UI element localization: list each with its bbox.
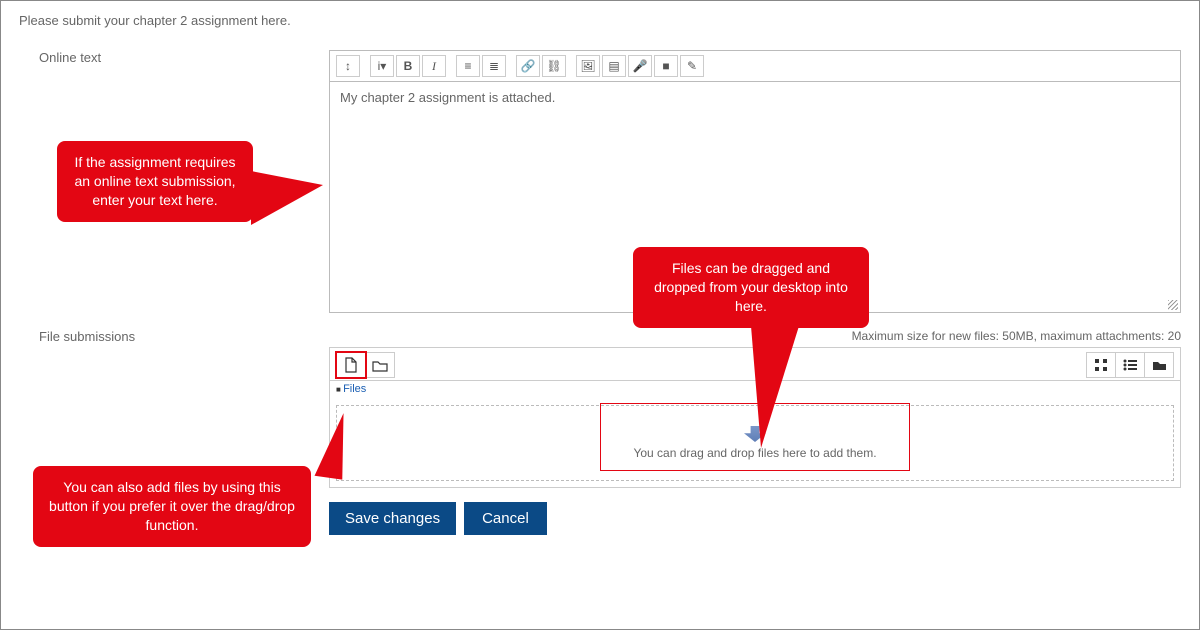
editor-content: My chapter 2 assignment is attached.: [340, 90, 555, 105]
list-icon: [1123, 359, 1137, 371]
dropzone-text: You can drag and drop files here to add …: [633, 446, 876, 460]
toolbar-image-button[interactable]: 🖼: [576, 55, 600, 77]
callout-pointer-icon: [751, 326, 799, 448]
toolbar-manage-files-button[interactable]: ✎: [680, 55, 704, 77]
toolbar-number-list-button[interactable]: ≣: [482, 55, 506, 77]
callout-online-text-label: If the assignment requires an online tex…: [74, 154, 235, 208]
folder-icon: [372, 359, 388, 372]
toolbar-bold-button[interactable]: B: [396, 55, 420, 77]
toolbar-italic-button[interactable]: I: [422, 55, 446, 77]
view-tree-button[interactable]: [1144, 352, 1174, 378]
grid-icon: [1094, 358, 1108, 372]
toolbar-expand-button[interactable]: ↕: [336, 55, 360, 77]
folder-solid-icon: [1152, 359, 1166, 371]
callout-drag-drop: Files can be dragged and dropped from yo…: [633, 247, 869, 328]
create-folder-button[interactable]: [365, 352, 395, 378]
resize-handle-icon[interactable]: [1168, 300, 1178, 310]
save-changes-button[interactable]: Save changes: [329, 502, 456, 535]
view-details-button[interactable]: [1115, 352, 1145, 378]
callout-online-text: If the assignment requires an online tex…: [57, 141, 253, 222]
toolbar-unlink-button[interactable]: ⛓: [542, 55, 566, 77]
toolbar-paragraph-button[interactable]: i▾: [370, 55, 394, 77]
add-file-button[interactable]: [336, 352, 366, 378]
toolbar-bullet-list-button[interactable]: ≡: [456, 55, 480, 77]
page-frame: Please submit your chapter 2 assignment …: [0, 0, 1200, 630]
toolbar-media-button[interactable]: ▤: [602, 55, 626, 77]
callout-add-file-label: You can also add files by using this but…: [49, 479, 295, 533]
view-icons-button[interactable]: [1086, 352, 1116, 378]
callout-add-file: You can also add files by using this but…: [33, 466, 311, 547]
cancel-button[interactable]: Cancel: [464, 502, 547, 535]
callout-pointer-icon: [251, 171, 323, 225]
toolbar-record-video-button[interactable]: ■: [654, 55, 678, 77]
callout-drag-drop-label: Files can be dragged and dropped from yo…: [654, 260, 848, 314]
toolbar-link-button[interactable]: 🔗: [516, 55, 540, 77]
action-buttons: Save changes Cancel: [329, 502, 1181, 535]
editor-toolbar: ↕ i▾ B I ≡ ≣ 🔗 ⛓ 🖼 ▤ 🎤 ■ ✎: [330, 51, 1180, 82]
file-icon: [344, 357, 358, 373]
toolbar-record-audio-button[interactable]: 🎤: [628, 55, 652, 77]
page-instructions: Please submit your chapter 2 assignment …: [19, 13, 1181, 28]
